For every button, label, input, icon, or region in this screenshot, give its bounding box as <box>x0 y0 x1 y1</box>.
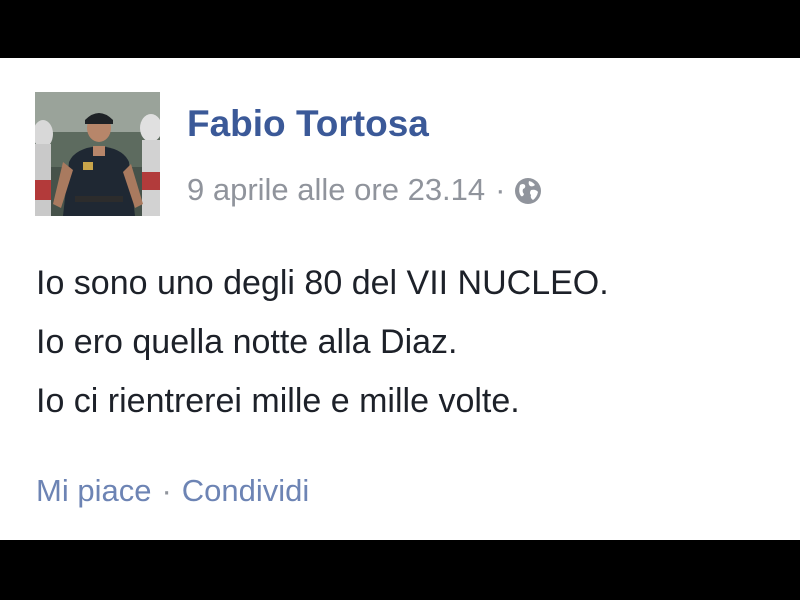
post-actions: Mi piace · Condividi <box>36 469 309 513</box>
action-separator: · <box>161 473 172 508</box>
author-name-link[interactable]: Fabio Tortosa <box>187 102 429 146</box>
share-link[interactable]: Condividi <box>182 469 310 513</box>
letterbox-frame: Fabio Tortosa 9 aprile alle ore 23.14 · … <box>0 0 800 600</box>
post-line: Io ci rientrerei mille e mille volte. <box>36 382 520 420</box>
post-line: Io sono uno degli 80 del VII NUCLEO. <box>36 264 609 302</box>
like-link[interactable]: Mi piace <box>36 469 151 513</box>
post-meta: 9 aprile alle ore 23.14 · <box>187 170 543 210</box>
post-body: Io sono uno degli 80 del VII NUCLEO. Io … <box>36 254 609 431</box>
post-timestamp[interactable]: 9 aprile alle ore 23.14 <box>187 170 485 210</box>
post-line: Io ero quella notte alla Diaz. <box>36 323 458 361</box>
profile-avatar[interactable] <box>35 92 160 216</box>
facebook-post: Fabio Tortosa 9 aprile alle ore 23.14 · … <box>0 58 800 540</box>
meta-separator: · <box>495 172 506 207</box>
globe-icon[interactable] <box>513 176 543 206</box>
